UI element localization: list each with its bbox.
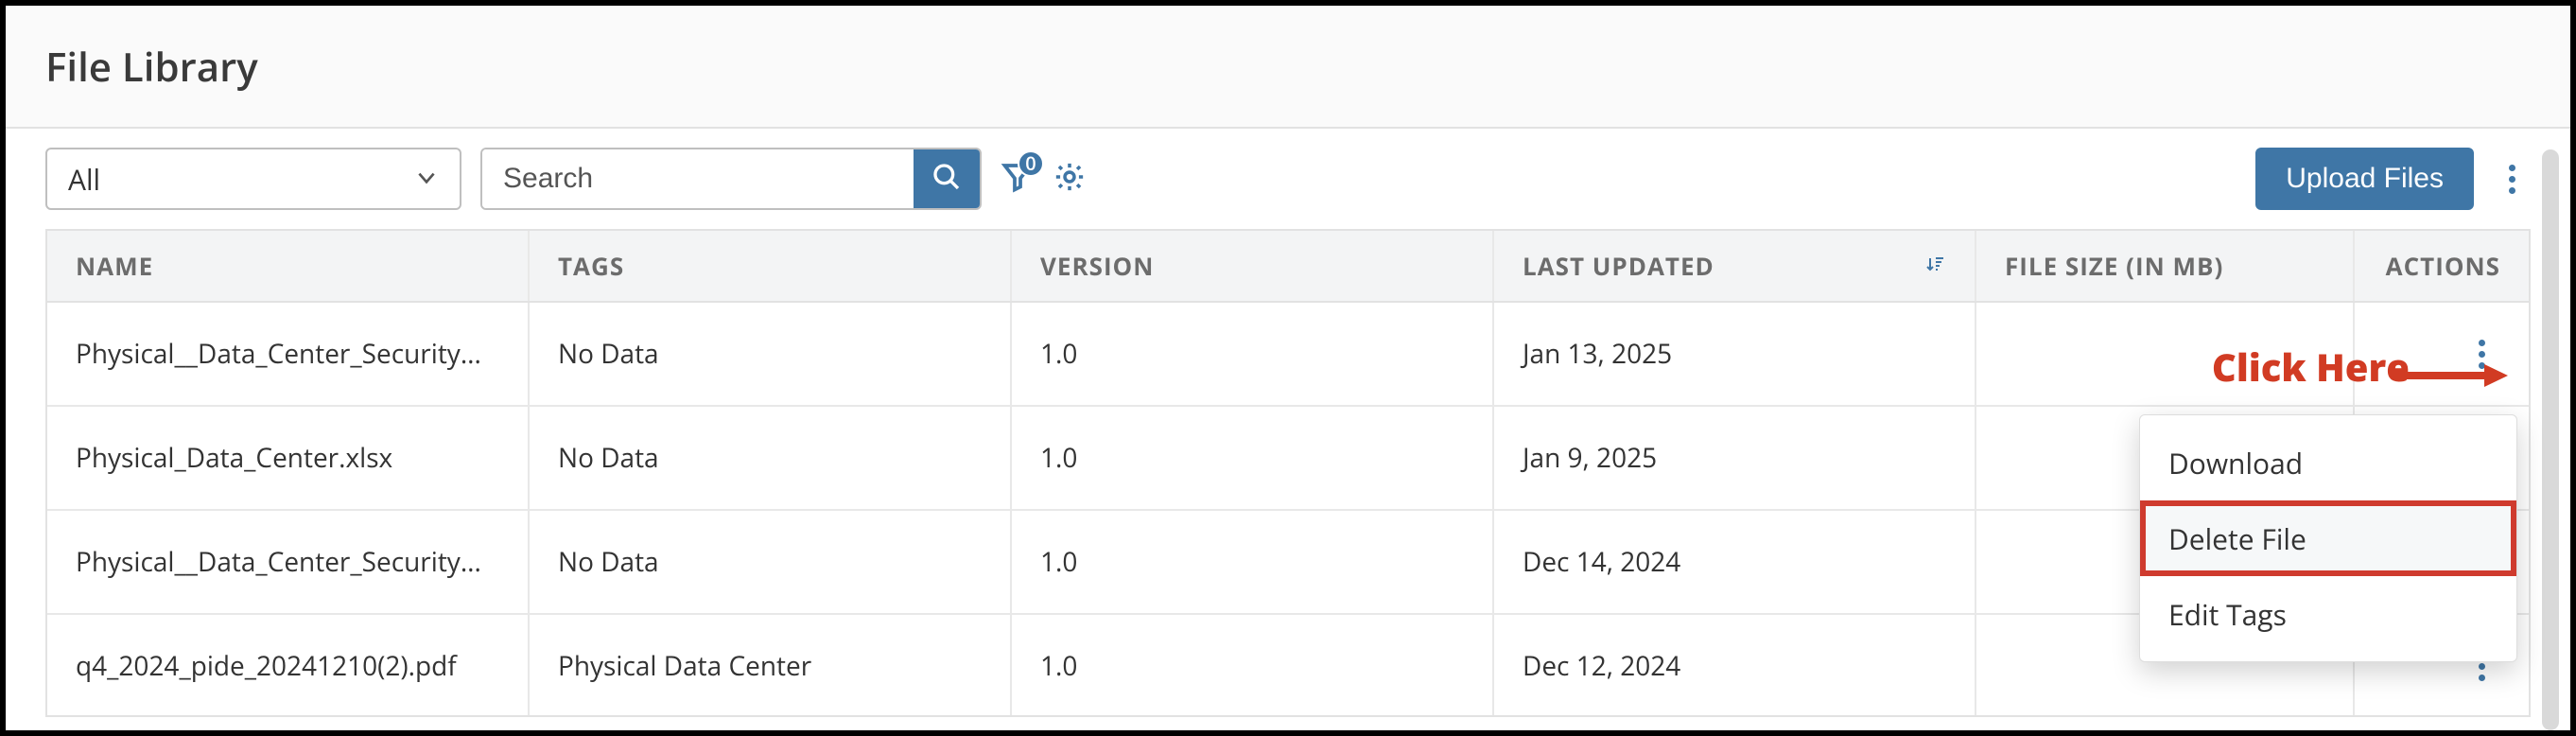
cell-version: 1.0 (1012, 511, 1494, 613)
cell-version: 1.0 (1012, 407, 1494, 509)
cell-updated: Dec 14, 2024 (1494, 511, 1976, 613)
filter-button[interactable]: 0 (1001, 160, 1035, 199)
cell-version: 1.0 (1012, 303, 1494, 405)
row-actions-menu: Download Delete File Edit Tags (2139, 414, 2517, 662)
cell-updated: Jan 13, 2025 (1494, 303, 1976, 405)
toolbar: All 0 Upload Files (6, 129, 2570, 229)
type-filter-value: All (68, 160, 100, 199)
menu-item-download[interactable]: Download (2140, 425, 2516, 500)
annotation-label: Click Here (2212, 341, 2410, 393)
col-header-updated-label: LAST UPDATED (1523, 249, 1714, 283)
settings-button[interactable] (1053, 161, 1086, 198)
menu-item-delete-file[interactable]: Delete File (2140, 500, 2516, 576)
type-filter-dropdown[interactable]: All (45, 148, 461, 210)
cell-tags: Physical Data Center (530, 615, 1012, 715)
cell-name[interactable]: Physical__Data_Center_Security... (47, 303, 530, 405)
search-input[interactable] (482, 149, 914, 208)
cell-updated: Jan 9, 2025 (1494, 407, 1976, 509)
col-header-version[interactable]: VERSION (1012, 231, 1494, 301)
toolbar-more-button[interactable] (2493, 151, 2531, 206)
annotation-arrow-icon (2394, 361, 2508, 390)
cell-tags: No Data (530, 303, 1012, 405)
col-header-size[interactable]: FILE SIZE (IN MB) (1976, 231, 2355, 301)
header-bar: File Library (6, 6, 2570, 129)
col-header-name[interactable]: NAME (47, 231, 530, 301)
chevron-down-icon (414, 160, 439, 199)
sort-desc-icon (1923, 249, 1946, 283)
cell-name[interactable]: Physical__Data_Center_Security... (47, 511, 530, 613)
cell-name[interactable]: Physical_Data_Center.xlsx (47, 407, 530, 509)
col-header-updated[interactable]: LAST UPDATED (1494, 231, 1976, 301)
col-header-tags[interactable]: TAGS (530, 231, 1012, 301)
vertical-scrollbar[interactable] (2542, 149, 2559, 730)
gear-icon (1053, 177, 1086, 198)
search-button[interactable] (914, 149, 980, 208)
cell-updated: Dec 12, 2024 (1494, 615, 1976, 715)
upload-files-button[interactable]: Upload Files (2255, 148, 2474, 210)
cell-name[interactable]: q4_2024_pide_20241210(2).pdf (47, 615, 530, 715)
search-wrapper (480, 148, 982, 210)
cell-tags: No Data (530, 511, 1012, 613)
cell-version: 1.0 (1012, 615, 1494, 715)
table-row: Physical__Data_Center_Security... No Dat… (47, 303, 2529, 407)
menu-item-edit-tags[interactable]: Edit Tags (2140, 576, 2516, 652)
col-header-actions: ACTIONS (2355, 231, 2529, 301)
cell-tags: No Data (530, 407, 1012, 509)
table-header: NAME TAGS VERSION LAST UPDATED FILE SIZE… (47, 229, 2529, 303)
filter-count-badge: 0 (1018, 150, 1044, 177)
search-icon (931, 162, 962, 197)
page-title: File Library (45, 40, 258, 94)
